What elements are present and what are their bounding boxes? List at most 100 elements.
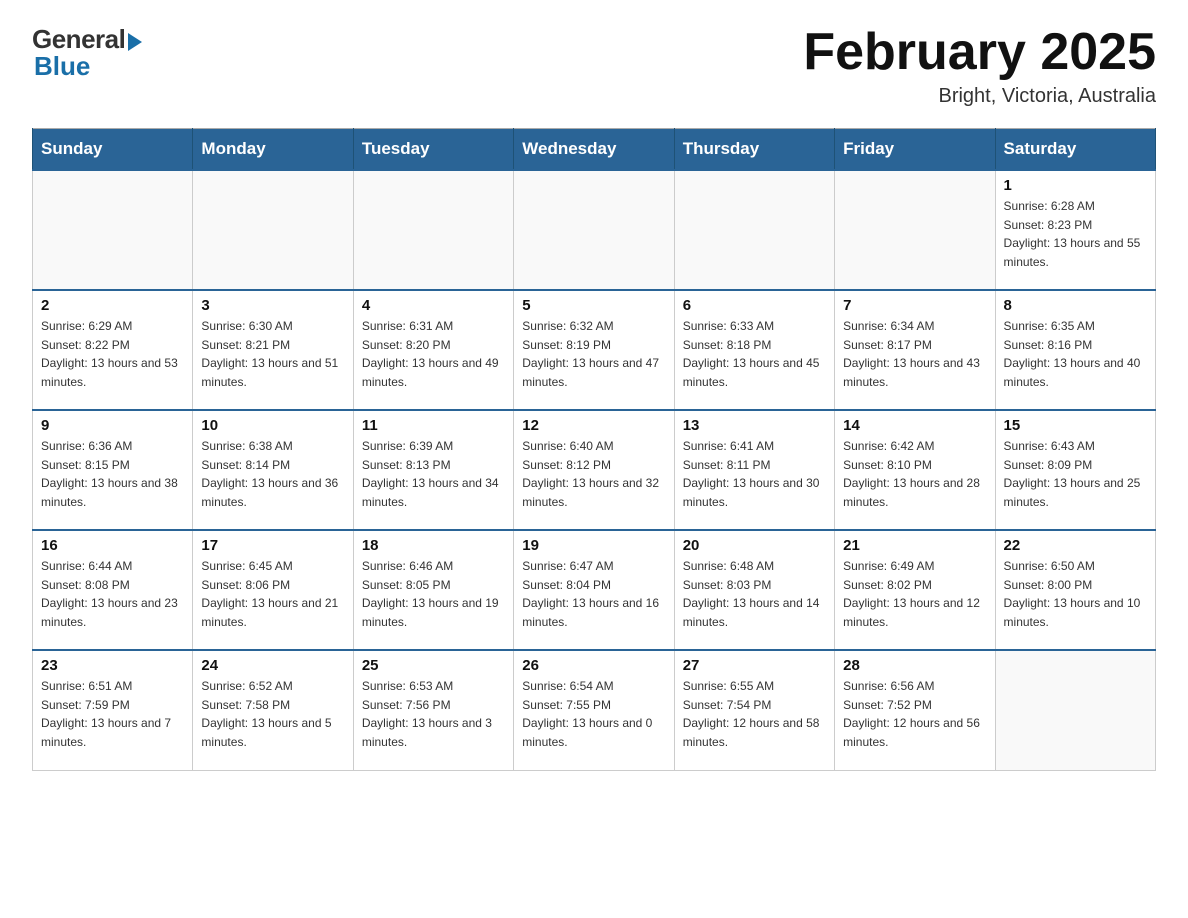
logo-arrow-icon bbox=[128, 33, 142, 51]
table-row: 26 Sunrise: 6:54 AMSunset: 7:55 PMDayligh… bbox=[514, 650, 674, 770]
day-number: 3 bbox=[201, 297, 344, 314]
month-title: February 2025 bbox=[803, 24, 1156, 81]
day-number: 8 bbox=[1004, 297, 1147, 314]
day-number: 17 bbox=[201, 537, 344, 554]
day-number: 26 bbox=[522, 657, 665, 674]
table-row bbox=[193, 170, 353, 290]
day-info: Sunrise: 6:38 AMSunset: 8:14 PMDaylight:… bbox=[201, 437, 344, 511]
day-info: Sunrise: 6:42 AMSunset: 8:10 PMDaylight:… bbox=[843, 437, 986, 511]
table-row: 3 Sunrise: 6:30 AMSunset: 8:21 PMDaylight… bbox=[193, 290, 353, 410]
day-info: Sunrise: 6:39 AMSunset: 8:13 PMDaylight:… bbox=[362, 437, 505, 511]
table-row bbox=[835, 170, 995, 290]
table-row: 16Sunrise: 6:44 AMSunset: 8:08 PMDayligh… bbox=[33, 530, 193, 650]
calendar-week-row: 9Sunrise: 6:36 AMSunset: 8:15 PMDaylight… bbox=[33, 410, 1156, 530]
table-row: 10 Sunrise: 6:38 AMSunset: 8:14 PMDayligh… bbox=[193, 410, 353, 530]
col-saturday: Saturday bbox=[995, 129, 1155, 171]
table-row bbox=[995, 650, 1155, 770]
day-number: 6 bbox=[683, 297, 826, 314]
table-row: 27 Sunrise: 6:55 AMSunset: 7:54 PMDayligh… bbox=[674, 650, 834, 770]
day-number: 5 bbox=[522, 297, 665, 314]
calendar-header-row: Sunday Monday Tuesday Wednesday Thursday… bbox=[33, 129, 1156, 171]
day-info: Sunrise: 6:31 AMSunset: 8:20 PMDaylight:… bbox=[362, 317, 505, 391]
table-row bbox=[353, 170, 513, 290]
day-info: Sunrise: 6:49 AMSunset: 8:02 PMDaylight:… bbox=[843, 557, 986, 631]
table-row: 1Sunrise: 6:28 AMSunset: 8:23 PMDaylight… bbox=[995, 170, 1155, 290]
table-row bbox=[514, 170, 674, 290]
table-row: 28 Sunrise: 6:56 AMSunset: 7:52 PMDayligh… bbox=[835, 650, 995, 770]
logo: General Blue bbox=[32, 24, 142, 82]
col-sunday: Sunday bbox=[33, 129, 193, 171]
day-number: 7 bbox=[843, 297, 986, 314]
day-number: 13 bbox=[683, 417, 826, 434]
day-info: Sunrise: 6:43 AMSunset: 8:09 PMDaylight:… bbox=[1004, 437, 1147, 511]
day-info: Sunrise: 6:56 AMSunset: 7:52 PMDaylight:… bbox=[843, 677, 986, 751]
day-info: Sunrise: 6:28 AMSunset: 8:23 PMDaylight:… bbox=[1004, 197, 1147, 271]
col-friday: Friday bbox=[835, 129, 995, 171]
day-info: Sunrise: 6:45 AMSunset: 8:06 PMDaylight:… bbox=[201, 557, 344, 631]
col-wednesday: Wednesday bbox=[514, 129, 674, 171]
col-monday: Monday bbox=[193, 129, 353, 171]
day-info: Sunrise: 6:40 AMSunset: 8:12 PMDaylight:… bbox=[522, 437, 665, 511]
day-info: Sunrise: 6:52 AMSunset: 7:58 PMDaylight:… bbox=[201, 677, 344, 751]
day-number: 12 bbox=[522, 417, 665, 434]
table-row: 4 Sunrise: 6:31 AMSunset: 8:20 PMDaylight… bbox=[353, 290, 513, 410]
day-number: 27 bbox=[683, 657, 826, 674]
calendar-week-row: 23 Sunrise: 6:51 AMSunset: 7:59 PMDayligh… bbox=[33, 650, 1156, 770]
day-info: Sunrise: 6:36 AMSunset: 8:15 PMDaylight:… bbox=[41, 437, 184, 511]
table-row: 17 Sunrise: 6:45 AMSunset: 8:06 PMDayligh… bbox=[193, 530, 353, 650]
table-row: 6 Sunrise: 6:33 AMSunset: 8:18 PMDaylight… bbox=[674, 290, 834, 410]
table-row: 23 Sunrise: 6:51 AMSunset: 7:59 PMDayligh… bbox=[33, 650, 193, 770]
day-info: Sunrise: 6:55 AMSunset: 7:54 PMDaylight:… bbox=[683, 677, 826, 751]
logo-blue-text: Blue bbox=[34, 51, 90, 82]
day-number: 20 bbox=[683, 537, 826, 554]
calendar-table: Sunday Monday Tuesday Wednesday Thursday… bbox=[32, 128, 1156, 771]
calendar-week-row: 16Sunrise: 6:44 AMSunset: 8:08 PMDayligh… bbox=[33, 530, 1156, 650]
table-row: 25 Sunrise: 6:53 AMSunset: 7:56 PMDayligh… bbox=[353, 650, 513, 770]
table-row: 19Sunrise: 6:47 AMSunset: 8:04 PMDayligh… bbox=[514, 530, 674, 650]
day-number: 15 bbox=[1004, 417, 1147, 434]
day-number: 23 bbox=[41, 657, 184, 674]
day-info: Sunrise: 6:47 AMSunset: 8:04 PMDaylight:… bbox=[522, 557, 665, 631]
table-row bbox=[33, 170, 193, 290]
day-info: Sunrise: 6:30 AMSunset: 8:21 PMDaylight:… bbox=[201, 317, 344, 391]
day-number: 4 bbox=[362, 297, 505, 314]
day-info: Sunrise: 6:35 AMSunset: 8:16 PMDaylight:… bbox=[1004, 317, 1147, 391]
col-tuesday: Tuesday bbox=[353, 129, 513, 171]
day-number: 22 bbox=[1004, 537, 1147, 554]
table-row: 24 Sunrise: 6:52 AMSunset: 7:58 PMDayligh… bbox=[193, 650, 353, 770]
day-number: 2 bbox=[41, 297, 184, 314]
calendar-week-row: 2 Sunrise: 6:29 AMSunset: 8:22 PMDaylight… bbox=[33, 290, 1156, 410]
col-thursday: Thursday bbox=[674, 129, 834, 171]
table-row: 9Sunrise: 6:36 AMSunset: 8:15 PMDaylight… bbox=[33, 410, 193, 530]
day-info: Sunrise: 6:29 AMSunset: 8:22 PMDaylight:… bbox=[41, 317, 184, 391]
day-number: 18 bbox=[362, 537, 505, 554]
table-row: 14 Sunrise: 6:42 AMSunset: 8:10 PMDayligh… bbox=[835, 410, 995, 530]
day-info: Sunrise: 6:51 AMSunset: 7:59 PMDaylight:… bbox=[41, 677, 184, 751]
table-row: 20 Sunrise: 6:48 AMSunset: 8:03 PMDayligh… bbox=[674, 530, 834, 650]
day-number: 24 bbox=[201, 657, 344, 674]
table-row: 15 Sunrise: 6:43 AMSunset: 8:09 PMDayligh… bbox=[995, 410, 1155, 530]
day-number: 14 bbox=[843, 417, 986, 434]
day-info: Sunrise: 6:48 AMSunset: 8:03 PMDaylight:… bbox=[683, 557, 826, 631]
day-info: Sunrise: 6:33 AMSunset: 8:18 PMDaylight:… bbox=[683, 317, 826, 391]
table-row: 11 Sunrise: 6:39 AMSunset: 8:13 PMDayligh… bbox=[353, 410, 513, 530]
table-row: 13Sunrise: 6:41 AMSunset: 8:11 PMDayligh… bbox=[674, 410, 834, 530]
day-number: 28 bbox=[843, 657, 986, 674]
calendar-week-row: 1Sunrise: 6:28 AMSunset: 8:23 PMDaylight… bbox=[33, 170, 1156, 290]
day-info: Sunrise: 6:53 AMSunset: 7:56 PMDaylight:… bbox=[362, 677, 505, 751]
table-row: 22Sunrise: 6:50 AMSunset: 8:00 PMDayligh… bbox=[995, 530, 1155, 650]
day-info: Sunrise: 6:54 AMSunset: 7:55 PMDaylight:… bbox=[522, 677, 665, 751]
table-row: 21Sunrise: 6:49 AMSunset: 8:02 PMDayligh… bbox=[835, 530, 995, 650]
location-subtitle: Bright, Victoria, Australia bbox=[803, 85, 1156, 108]
title-section: February 2025 Bright, Victoria, Australi… bbox=[803, 24, 1156, 108]
table-row bbox=[674, 170, 834, 290]
day-number: 16 bbox=[41, 537, 184, 554]
day-info: Sunrise: 6:46 AMSunset: 8:05 PMDaylight:… bbox=[362, 557, 505, 631]
table-row: 12 Sunrise: 6:40 AMSunset: 8:12 PMDayligh… bbox=[514, 410, 674, 530]
day-number: 25 bbox=[362, 657, 505, 674]
day-number: 11 bbox=[362, 417, 505, 434]
table-row: 5Sunrise: 6:32 AMSunset: 8:19 PMDaylight… bbox=[514, 290, 674, 410]
day-info: Sunrise: 6:34 AMSunset: 8:17 PMDaylight:… bbox=[843, 317, 986, 391]
table-row: 8 Sunrise: 6:35 AMSunset: 8:16 PMDaylight… bbox=[995, 290, 1155, 410]
day-number: 10 bbox=[201, 417, 344, 434]
